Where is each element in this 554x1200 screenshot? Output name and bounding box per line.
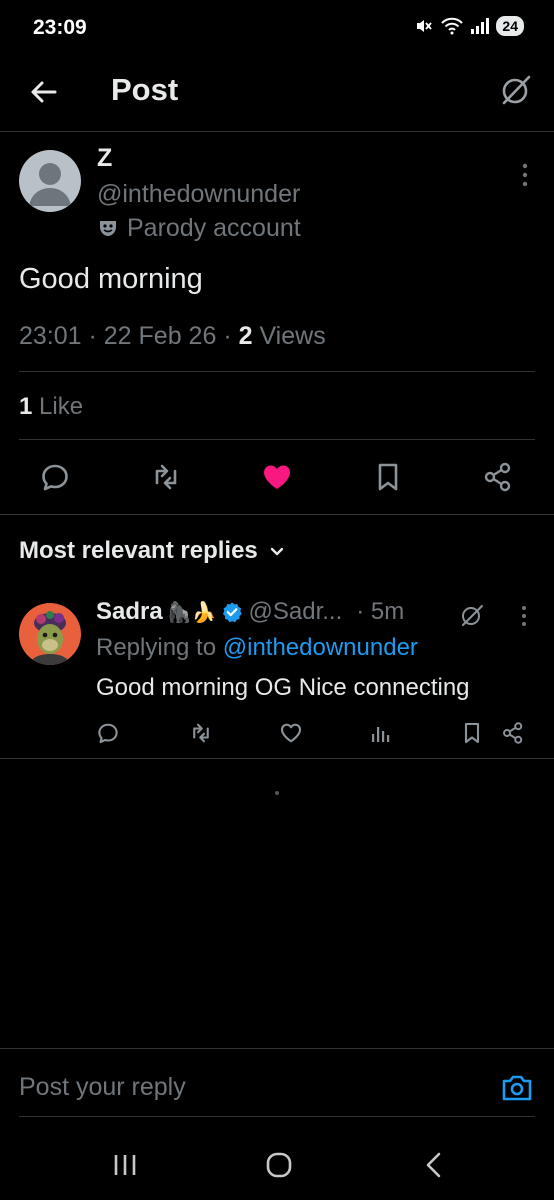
- arrow-left-icon[interactable]: [28, 76, 60, 108]
- replying-to-mention[interactable]: @inthedownunder: [223, 634, 418, 661]
- post-meta: 23:01 · 22 Feb 26 · 2 Views: [19, 322, 326, 350]
- views-count: 2: [238, 322, 253, 350]
- repost-icon[interactable]: [189, 721, 213, 745]
- loading-indicator: [275, 791, 279, 795]
- author-handle[interactable]: @inthedownunder: [97, 180, 300, 209]
- chevron-down-icon: [270, 547, 283, 556]
- default-avatar-icon: [29, 163, 71, 206]
- reply-author-emoji: 🦍🍌: [166, 601, 217, 624]
- screen: 23:09 24 Post Z @inthedownunder Parody a…: [0, 0, 554, 1200]
- share-icon[interactable]: [482, 461, 514, 493]
- divider: [19, 371, 535, 372]
- recents-icon[interactable]: [110, 1150, 140, 1180]
- post-action-bar: [0, 440, 554, 515]
- reply-author-name[interactable]: Sadra: [96, 598, 163, 626]
- grok-icon[interactable]: [459, 602, 485, 628]
- more-options-icon[interactable]: [520, 162, 530, 188]
- page-title: Post: [111, 72, 179, 107]
- reply-header: Sadra 🦍🍌 @Sadr... · 5m: [96, 598, 404, 626]
- reply-icon[interactable]: [96, 721, 120, 745]
- back-icon[interactable]: [420, 1150, 450, 1180]
- camera-icon[interactable]: [500, 1071, 534, 1105]
- replying-to: Replying to @inthedownunder: [96, 634, 418, 662]
- heart-icon[interactable]: [261, 461, 293, 493]
- more-options-icon[interactable]: [520, 604, 528, 628]
- home-icon[interactable]: [264, 1150, 294, 1180]
- bookmark-icon[interactable]: [372, 461, 404, 493]
- replies-heading: Most relevant replies: [19, 537, 258, 564]
- status-icons: 24: [414, 16, 524, 36]
- header: Post: [0, 58, 554, 132]
- share-icon[interactable]: [501, 721, 525, 745]
- parody-badge: Parody account: [97, 214, 301, 243]
- signal-icon: [471, 18, 490, 34]
- post-time: 23:01: [19, 322, 82, 350]
- reply-avatar[interactable]: [19, 603, 81, 665]
- reply-input[interactable]: Post your reply: [19, 1073, 186, 1102]
- parody-label: Parody account: [127, 214, 301, 242]
- reply-composer: Post your reply: [0, 1048, 554, 1119]
- likes-label: Like: [39, 393, 84, 420]
- avatar[interactable]: [19, 150, 81, 212]
- status-bar: 23:09 24: [0, 0, 554, 58]
- repost-icon[interactable]: [150, 461, 182, 493]
- system-nav-bar: [0, 1130, 554, 1200]
- likes-row[interactable]: 1 Like: [19, 393, 83, 421]
- like-icon[interactable]: [279, 721, 303, 745]
- views-icon[interactable]: [369, 721, 393, 745]
- likes-count: 1: [19, 393, 33, 420]
- post-date: 22 Feb 26: [103, 322, 217, 350]
- reply-time[interactable]: · 5m: [356, 598, 404, 626]
- author-name[interactable]: Z: [97, 144, 112, 173]
- verified-badge-icon: [222, 602, 242, 623]
- ape-avatar-icon: [19, 603, 81, 665]
- status-time: 23:09: [33, 16, 87, 39]
- divider: [19, 1116, 535, 1117]
- post-text: Good morning: [19, 263, 203, 295]
- grok-icon[interactable]: [498, 72, 534, 108]
- reply-author-handle[interactable]: @Sadr...: [249, 598, 343, 626]
- mute-icon: [417, 20, 433, 32]
- reply-item[interactable]: Sadra 🦍🍌 @Sadr... · 5m Replying to @inth…: [0, 588, 554, 759]
- battery-icon: 24: [496, 16, 524, 36]
- replies-sort-dropdown[interactable]: Most relevant replies: [19, 537, 286, 565]
- reply-text: Good morning OG Nice connecting: [96, 674, 470, 701]
- reply-icon[interactable]: [39, 461, 71, 493]
- replying-to-prefix: Replying to: [96, 634, 217, 661]
- views-label: Views: [259, 322, 326, 350]
- bookmark-icon[interactable]: [460, 721, 484, 745]
- wifi-icon: [441, 17, 464, 35]
- theater-mask-icon: [100, 220, 116, 236]
